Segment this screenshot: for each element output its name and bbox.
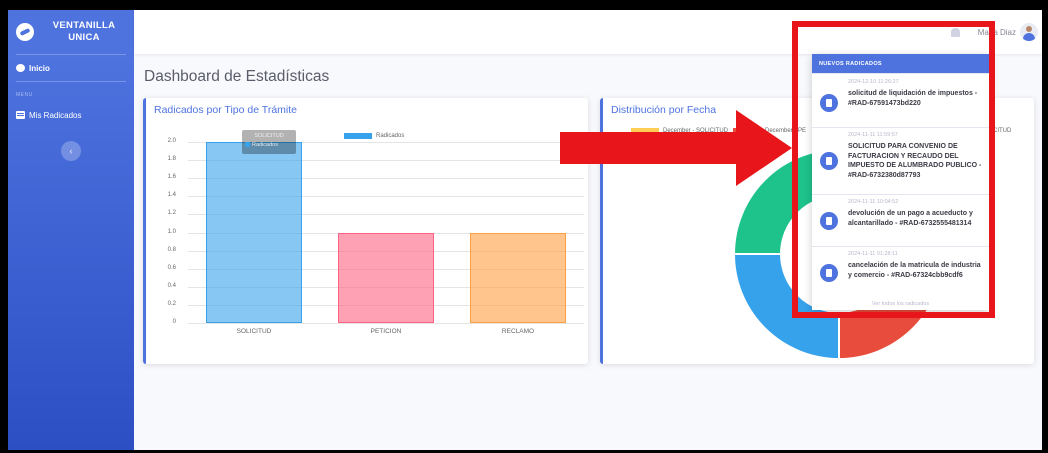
bar-solicitud[interactable] (206, 142, 302, 323)
sidebar-item-label: Mis Radicados (29, 110, 82, 120)
brand-line2: UNICA (68, 32, 100, 43)
y-tick-label: 0.6 (167, 264, 176, 271)
brand-text: VENTANILLA UNICA (44, 20, 124, 44)
y-tick-label: 0.2 (167, 300, 176, 307)
brand[interactable]: VENTANILLA UNICA (8, 10, 134, 54)
y-tick-label: 0.4 (167, 282, 176, 289)
sidebar: VENTANILLA UNICA Inicio MENU Mis Radicad… (8, 10, 134, 450)
legend-label: Radicados (376, 133, 405, 139)
annotation-highlight-box (792, 21, 995, 318)
x-tick-label: SOLICITUD (236, 328, 272, 335)
brand-logo-icon (16, 23, 34, 41)
legend-swatch (344, 133, 372, 139)
chart-card-tipo-tramite: Radicados por Tipo de Trámite Radicados … (143, 98, 588, 364)
table-icon (16, 111, 25, 119)
sidebar-item-label: Inicio (29, 63, 50, 73)
card-title: Radicados por Tipo de Trámite (154, 104, 297, 116)
sidebar-item-inicio[interactable]: Inicio (8, 55, 134, 81)
legend-label: CITUD (993, 128, 1012, 134)
y-tick-label: 1.6 (167, 174, 176, 181)
annotation-arrow-icon (560, 110, 792, 186)
sidebar-heading: MENU (16, 92, 33, 98)
chevron-left-icon: ‹ (69, 146, 73, 156)
y-tick-label: 1.4 (167, 192, 176, 199)
chart-legend-item[interactable]: CITUD (993, 128, 1011, 134)
y-tick-label: 1.2 (167, 210, 176, 217)
page-title: Dashboard de Estadísticas (144, 68, 330, 85)
y-tick-label: 0 (172, 319, 176, 325)
y-tick-label: 0.8 (167, 246, 176, 253)
tooltip-row: Radicados (245, 141, 293, 150)
avatar[interactable] (1020, 23, 1038, 41)
chart-legend[interactable]: Radicados (344, 133, 404, 139)
x-tick-label: RECLAMO (501, 328, 535, 335)
screenshot-frame: VENTANILLA UNICA Inicio MENU Mis Radicad… (0, 0, 1048, 453)
gridline (188, 323, 584, 324)
bar-reclamo[interactable] (470, 232, 566, 323)
tooltip-label: Radicados (252, 142, 278, 148)
y-tick-label: 1.0 (167, 228, 176, 235)
dashboard-icon (16, 64, 25, 72)
y-tick-label: 1.8 (167, 156, 176, 163)
sidebar-item-mis-radicados[interactable]: Mis Radicados (8, 102, 134, 128)
brand-line1: VENTANILLA (52, 20, 116, 31)
tooltip-swatch (245, 142, 250, 148)
tooltip-title: SOLICITUD (254, 133, 284, 139)
x-tick-label: PETICION (370, 328, 402, 335)
chart-tooltip: SOLICITUD Radicados (242, 130, 296, 154)
bar-peticion[interactable] (338, 232, 434, 323)
y-tick-label: 2.0 (167, 138, 176, 144)
sidebar-toggle-button[interactable]: ‹ (61, 141, 81, 161)
